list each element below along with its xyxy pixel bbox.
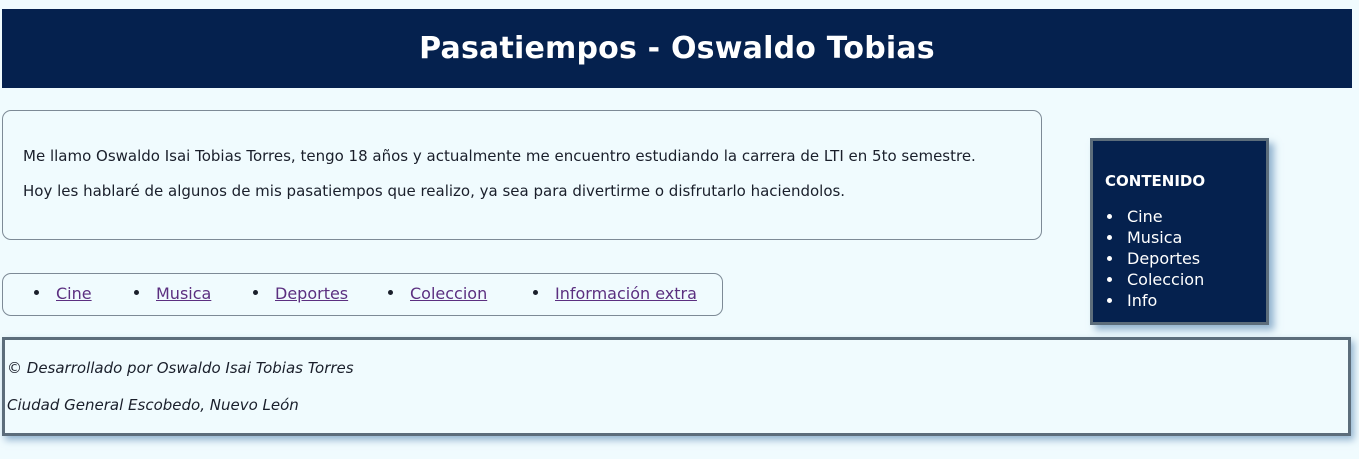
nav-item-deportes: Deportes <box>253 284 348 304</box>
sidebar-item-cine: Cine <box>1105 206 1266 227</box>
bullet-icon <box>134 290 139 295</box>
page-footer: © Desarrollado por Oswaldo Isai Tobias T… <box>2 337 1351 436</box>
hobbies-nav: Cine Musica Deportes Coleccion Informaci… <box>2 273 723 316</box>
footer-credit: © Desarrollado por Oswaldo Isai Tobias T… <box>7 359 354 377</box>
sidebar-item-info: Info <box>1105 290 1266 311</box>
page-title: Pasatiempos - Oswaldo Tobias <box>419 31 935 66</box>
bullet-icon <box>253 290 258 295</box>
footer-location: Ciudad General Escobedo, Nuevo León <box>7 396 299 414</box>
bullet-icon <box>533 290 538 295</box>
nav-link-deportes[interactable]: Deportes <box>275 284 348 303</box>
nav-item-cine: Cine <box>34 284 92 304</box>
nav-list: Cine Musica Deportes Coleccion Informaci… <box>3 274 722 315</box>
nav-link-informacion-extra[interactable]: Información extra <box>555 284 697 303</box>
intro-box: Me llamo Oswaldo Isai Tobias Torres, ten… <box>2 110 1042 240</box>
nav-item-informacion-extra: Información extra <box>533 284 697 304</box>
nav-item-musica: Musica <box>134 284 211 304</box>
nav-link-musica[interactable]: Musica <box>156 284 211 303</box>
bullet-icon <box>388 290 393 295</box>
bullet-icon <box>34 290 39 295</box>
sidebar-item-deportes: Deportes <box>1105 248 1266 269</box>
nav-item-coleccion: Coleccion <box>388 284 487 304</box>
sidebar-item-musica: Musica <box>1105 227 1266 248</box>
intro-paragraph-2: Hoy les hablaré de algunos de mis pasati… <box>23 182 846 200</box>
sidebar-item-coleccion: Coleccion <box>1105 269 1266 290</box>
nav-link-coleccion[interactable]: Coleccion <box>410 284 487 303</box>
nav-link-cine[interactable]: Cine <box>56 284 92 303</box>
page-header: Pasatiempos - Oswaldo Tobias <box>2 9 1352 88</box>
sidebar-heading: CONTENIDO <box>1105 172 1206 190</box>
intro-paragraph-1: Me llamo Oswaldo Isai Tobias Torres, ten… <box>23 147 976 165</box>
contents-sidebar: CONTENIDO Cine Musica Deportes Coleccion… <box>1090 138 1269 325</box>
sidebar-list: Cine Musica Deportes Coleccion Info <box>1105 206 1266 311</box>
